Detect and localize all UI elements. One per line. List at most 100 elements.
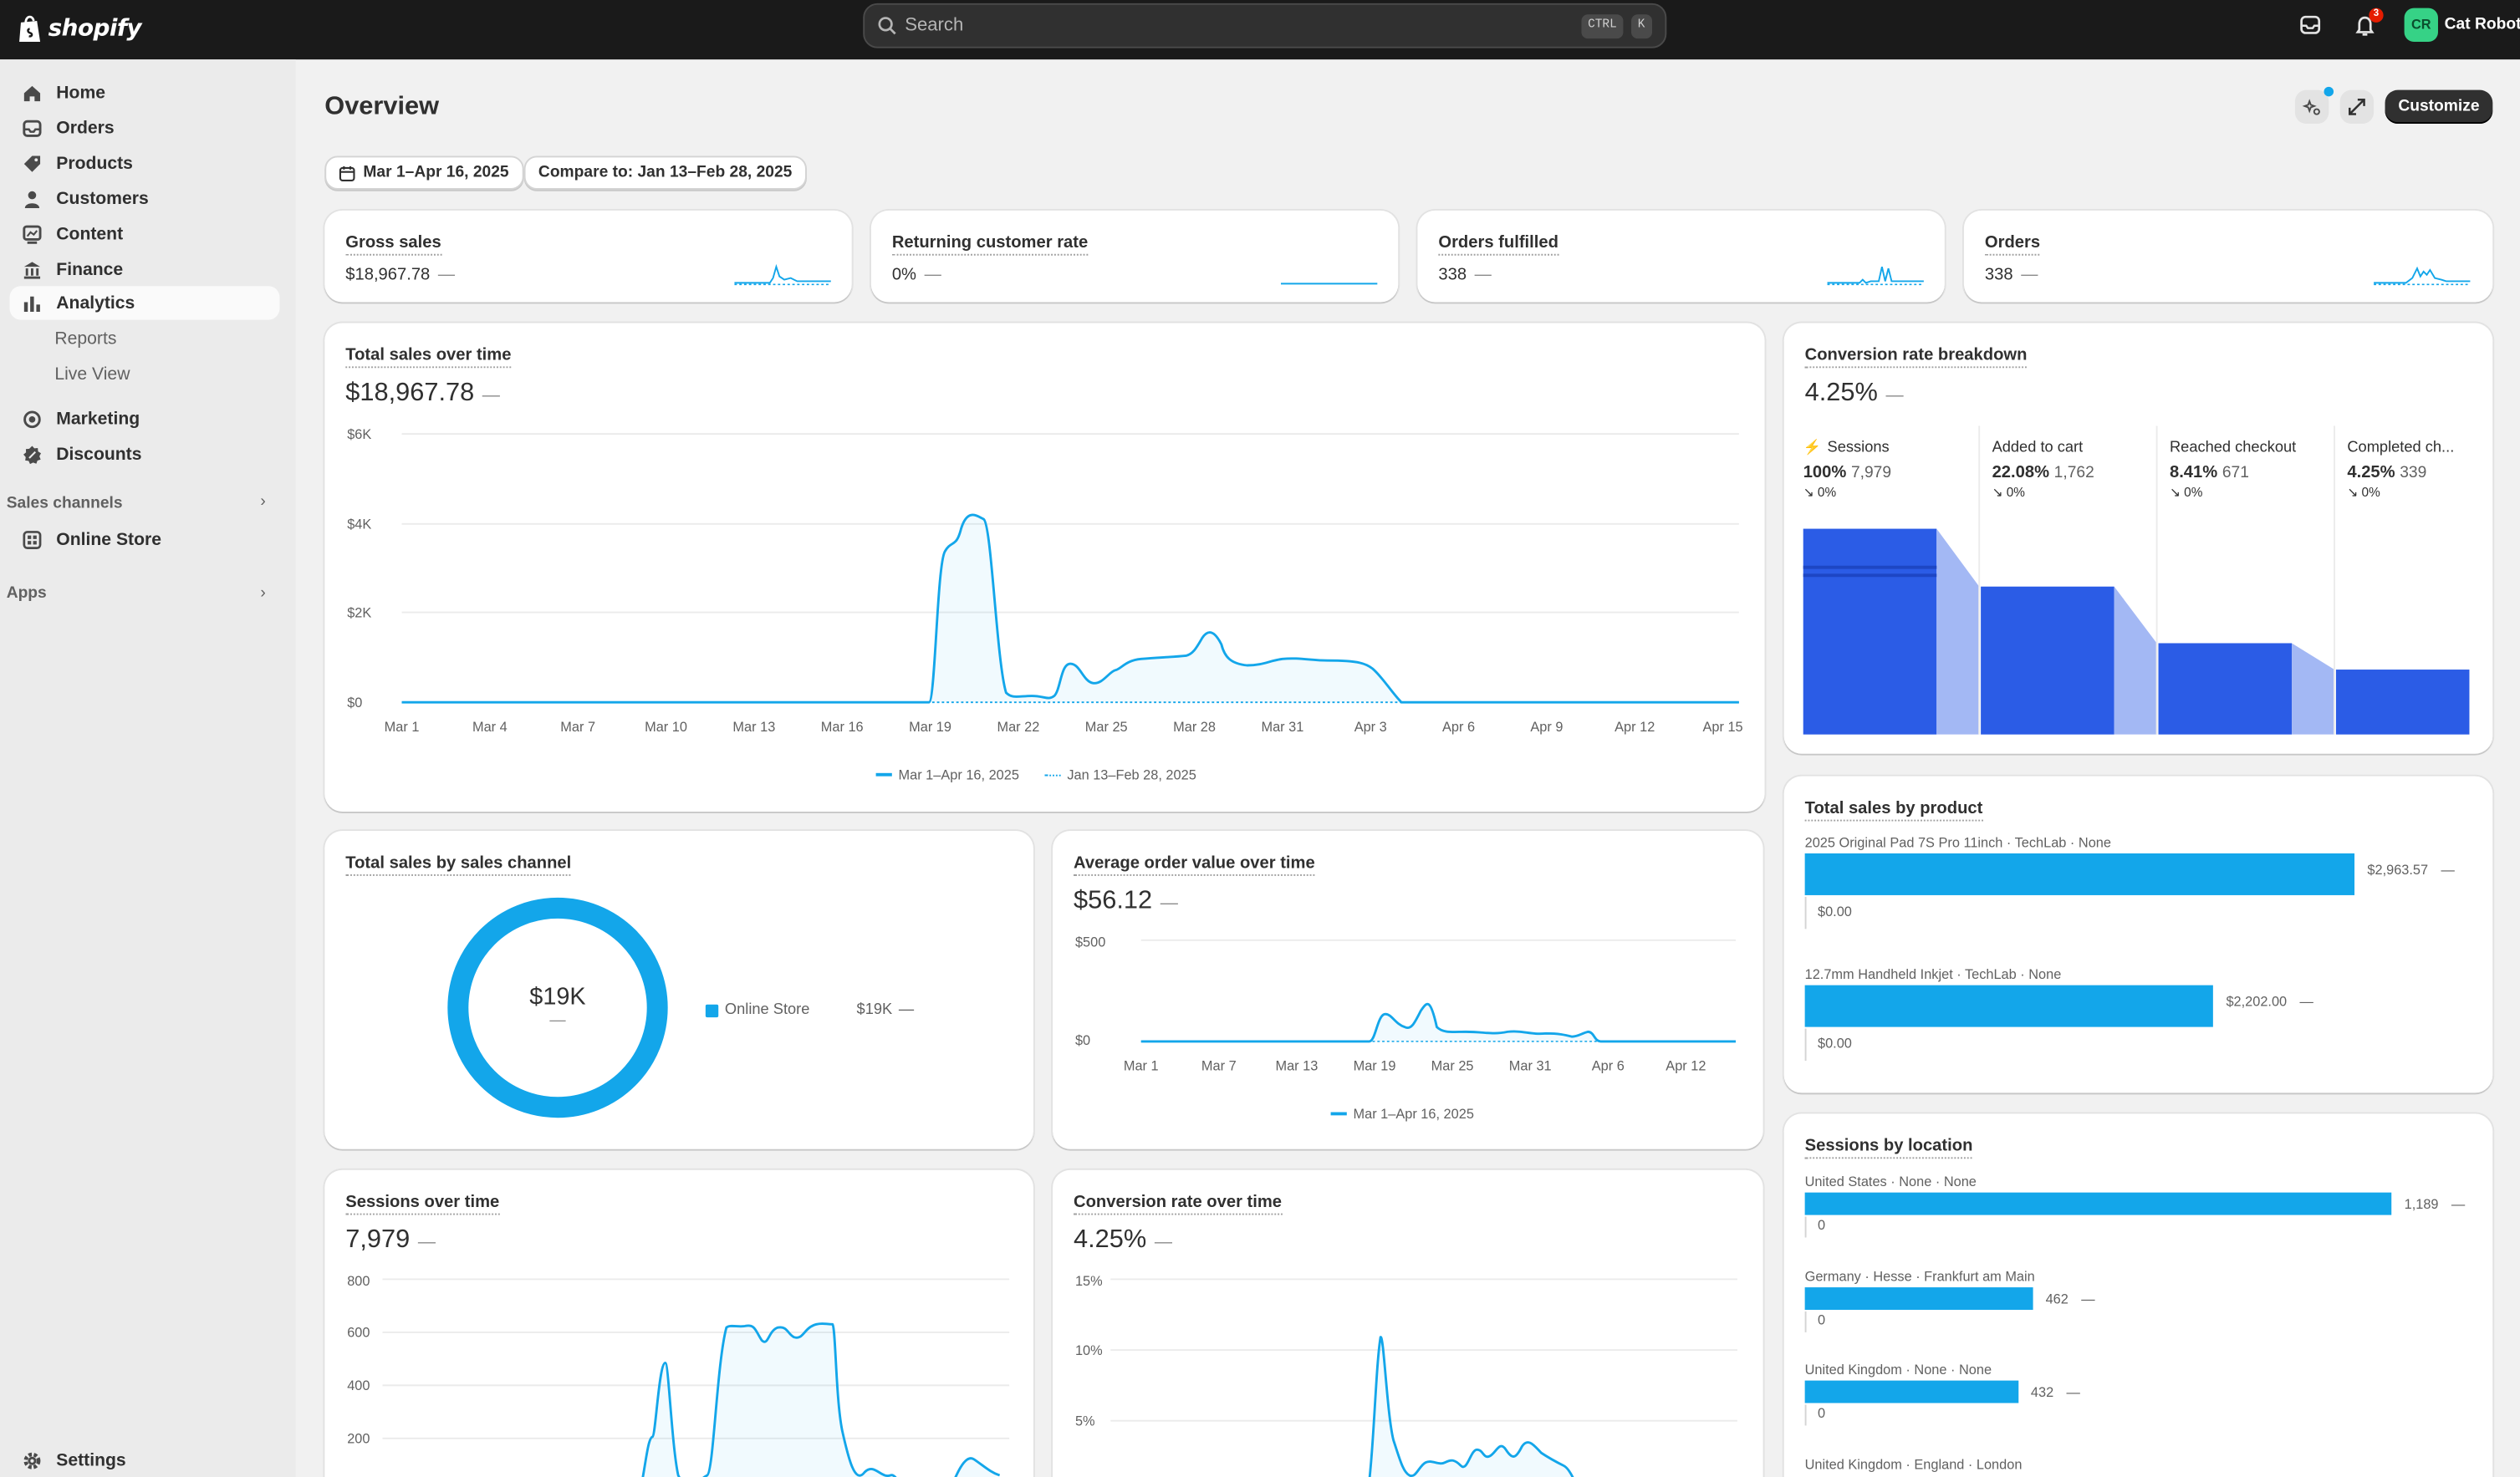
content-icon xyxy=(21,222,43,245)
chevron-right-icon[interactable]: › xyxy=(260,493,265,511)
fullscreen-button[interactable] xyxy=(2339,89,2375,125)
legend-current[interactable]: Mar 1–Apr 16, 2025 xyxy=(875,767,1019,782)
store-name[interactable]: Cat Robot xyxy=(2445,16,2520,33)
kpi-card-returning-rate[interactable]: Returning customer rate 0% — xyxy=(870,210,1399,303)
legend-online-store[interactable]: Online Store xyxy=(705,1001,809,1019)
card-average-order-value[interactable]: Average order value over time $56.12 — $5… xyxy=(1053,831,1763,1149)
legend-current[interactable]: Mar 1–Apr 16, 2025 xyxy=(1330,1105,1474,1123)
kpi-card-orders-fulfilled[interactable]: Orders fulfilled 338 — xyxy=(1417,210,1945,303)
sidebar-item-content[interactable]: Content xyxy=(10,217,280,251)
sidebar-item-analytics[interactable]: Analytics xyxy=(9,286,280,320)
trend-arrow-icon: ↘ xyxy=(1992,485,2007,500)
shopify-logo[interactable]: shopify xyxy=(18,11,142,46)
bar-delta: — xyxy=(2441,861,2455,878)
bar-value-text: 1,189 xyxy=(2404,1195,2439,1212)
bar-compare-value: 0 xyxy=(1818,1404,1826,1421)
sidebar-item-discounts[interactable]: Discounts xyxy=(10,437,280,471)
home-icon xyxy=(21,81,43,104)
compare-bar xyxy=(1804,1310,1807,1332)
apps-heading[interactable]: Apps xyxy=(7,585,47,603)
avatar[interactable]: CR xyxy=(2404,8,2438,42)
inbox-icon[interactable] xyxy=(2300,14,2321,35)
card-sessions-over-time[interactable]: Sessions over time 7,979 — 800 600 400 20… xyxy=(324,1169,1033,1477)
sidebar-subitem-reports[interactable]: Reports xyxy=(54,329,116,349)
bar-delta: — xyxy=(2066,1383,2080,1400)
y-tick: $500 xyxy=(1074,934,1106,950)
legend-compare[interactable]: Jan 13–Feb 28, 2025 xyxy=(1044,767,1196,782)
sidebar-item-customers[interactable]: Customers xyxy=(10,181,280,215)
bar-compare-value: $0.00 xyxy=(1818,903,1852,919)
donut-center-value: $19K xyxy=(529,983,586,1011)
compare-picker[interactable]: Compare to: Jan 13–Feb 28, 2025 xyxy=(523,155,807,190)
card-sales-by-product[interactable]: Total sales by product 2025 Original Pad… xyxy=(1783,776,2493,1093)
funnel-dropoff xyxy=(2292,643,2334,735)
sidebar-item-products[interactable]: Products xyxy=(10,146,280,180)
bar[interactable] xyxy=(1804,1192,2392,1215)
product-name: 2025 Original Pad 7S Pro 11inch · TechLa… xyxy=(1804,833,2111,851)
card-delta: — xyxy=(417,1232,436,1252)
search-bar[interactable]: Search CTRL K xyxy=(863,3,1667,48)
card-sessions-by-location[interactable]: Sessions by location United States · Non… xyxy=(1783,1113,2493,1477)
kpi-card-orders[interactable]: Orders 338 — xyxy=(1963,210,2493,303)
y-tick: $0 xyxy=(347,694,363,710)
date-range-picker[interactable]: Mar 1–Apr 16, 2025 xyxy=(324,155,523,190)
chevron-right-icon[interactable]: › xyxy=(260,585,265,603)
card-total-sales-over-time[interactable]: Total sales over time $18,967.78 — $6K $4… xyxy=(324,323,1765,812)
sidebar-item-home[interactable]: Home xyxy=(10,75,280,109)
sidebar-item-label: Finance xyxy=(56,259,124,279)
bar[interactable] xyxy=(1804,1380,2018,1403)
card-delta: — xyxy=(1160,894,1178,914)
funnel-step-pct: 100% xyxy=(1803,462,1847,482)
funnel-bar[interactable] xyxy=(1981,586,2114,735)
kpi-title: Orders fulfilled xyxy=(1438,233,1558,256)
kpi-delta: — xyxy=(924,265,941,285)
sidebar-item-label: Home xyxy=(56,83,106,103)
card-sales-by-channel[interactable]: Total sales by sales channel $19K — Onli… xyxy=(324,831,1033,1149)
notification-badge: 3 xyxy=(2369,8,2384,23)
legend-swatch-dotted xyxy=(1044,773,1061,776)
kpi-title: Gross sales xyxy=(345,233,441,256)
bar-value: $2,963.57 — xyxy=(2367,862,2454,878)
y-tick: $6K xyxy=(347,425,372,442)
bar-chart-icon xyxy=(21,292,43,314)
location-name: United States · None · None xyxy=(1804,1173,1977,1189)
sidebar-item-settings[interactable]: Settings xyxy=(10,1444,280,1477)
orders-icon xyxy=(21,116,43,139)
funnel-bar[interactable] xyxy=(2335,670,2470,735)
ai-insights-button[interactable] xyxy=(2294,89,2329,125)
sidebar-item-label: Orders xyxy=(56,118,115,138)
sidebar-item-orders[interactable]: Orders xyxy=(10,111,280,145)
shopify-bag-icon xyxy=(19,15,41,42)
funnel-step-delta: ↘ 0% xyxy=(2347,486,2380,500)
bar-delta: — xyxy=(2081,1289,2095,1306)
sidebar-subitem-live-view[interactable]: Live View xyxy=(54,364,130,384)
bar[interactable] xyxy=(1804,985,2214,1027)
kpi-value: 338 — xyxy=(1438,265,1491,284)
card-conversion-breakdown[interactable]: Conversion rate breakdown 4.25% — ⚡ Sessio… xyxy=(1783,323,2493,754)
funnel-bar[interactable] xyxy=(2158,643,2293,735)
bolt-icon: ⚡ xyxy=(1803,438,1822,456)
bar-value: 432 — xyxy=(2031,1383,2080,1399)
top-bar: shopify Search CTRL K 3 CR Cat Robot xyxy=(0,0,2520,60)
kpi-value: 0% — xyxy=(892,265,941,284)
bar[interactable] xyxy=(1804,1286,2033,1310)
sidebar-item-finance[interactable]: Finance xyxy=(10,252,280,286)
card-conversion-over-time[interactable]: Conversion rate over time 4.25% — 15% 10%… xyxy=(1053,1169,1763,1477)
funnel-delta-value: 0% xyxy=(2184,485,2203,500)
kpi-card-gross-sales[interactable]: Gross sales $18,967.78 — xyxy=(324,210,852,303)
bar-value: 462 — xyxy=(2046,1290,2095,1306)
sidebar-item-label: Marketing xyxy=(56,409,140,429)
customize-button[interactable]: Customize xyxy=(2385,89,2493,125)
funnel-bar[interactable] xyxy=(1803,528,1937,735)
sidebar-item-online-store[interactable]: Online Store xyxy=(10,522,280,556)
legend-swatch-solid xyxy=(1330,1112,1347,1116)
funnel-delta-value: 0% xyxy=(2361,485,2380,500)
card-title: Sessions by location xyxy=(1804,1136,1973,1159)
card-title: Sessions over time xyxy=(345,1193,500,1215)
bar[interactable] xyxy=(1804,853,2355,895)
sales-channels-heading[interactable]: Sales channels xyxy=(7,495,123,512)
card-value-text: $56.12 xyxy=(1074,887,1153,915)
x-tick: Mar 28 xyxy=(1173,718,1216,735)
legend-label: Mar 1–Apr 16, 2025 xyxy=(1353,1105,1474,1123)
sidebar-item-marketing[interactable]: Marketing xyxy=(10,402,280,435)
